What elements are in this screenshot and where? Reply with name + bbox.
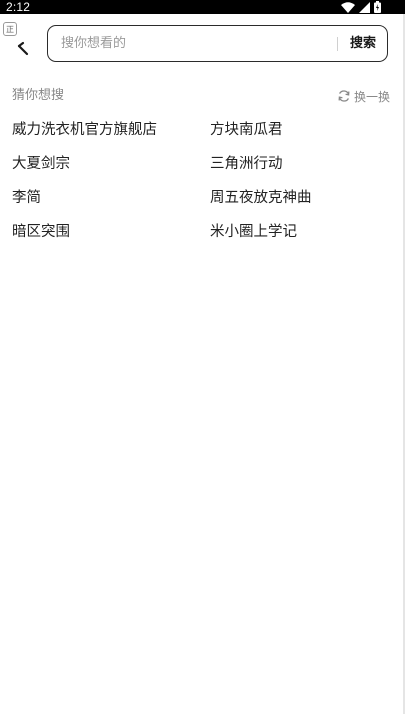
search-button[interactable]: 搜索: [340, 26, 386, 61]
suggestion-item[interactable]: 三角洲行动: [210, 149, 283, 179]
section-title: 猜你想搜: [12, 88, 65, 103]
search-box: 搜索: [47, 25, 388, 62]
floating-badge[interactable]: 正: [3, 22, 17, 36]
suggestion-item[interactable]: 米小圈上学记: [210, 217, 297, 247]
suggestion-row: 大夏剑宗 三角洲行动: [12, 149, 392, 183]
refresh-label: 换一换: [353, 89, 390, 104]
suggestion-item[interactable]: 方块南瓜君: [210, 115, 283, 145]
refresh-button[interactable]: 换一换: [337, 86, 390, 106]
suggestion-item[interactable]: 周五夜放克神曲: [210, 183, 312, 213]
suggestion-item[interactable]: 李简: [12, 183, 41, 213]
battery-icon: [374, 1, 381, 13]
signal-icon: [359, 1, 370, 13]
suggestion-grid: 威力洗衣机官方旗舰店 方块南瓜君 大夏剑宗 三角洲行动 李简 周五夜放克神曲 暗…: [12, 115, 392, 251]
status-time: 2:12: [6, 0, 31, 14]
status-bar: 2:12: [0, 0, 405, 14]
suggestion-row: 威力洗衣机官方旗舰店 方块南瓜君: [12, 115, 392, 149]
search-divider: [337, 37, 338, 51]
suggestion-row: 李简 周五夜放克神曲: [12, 183, 392, 217]
search-input[interactable]: [61, 26, 321, 61]
search-page: 2:12 搜你想看的 搜索 正 猜你想搜 换一换 威力洗衣机官方旗舰店 方块南瓜…: [0, 0, 405, 714]
refresh-icon: [337, 89, 351, 103]
suggestion-row: 暗区突围 米小圈上学记: [12, 217, 392, 251]
status-icons: [341, 1, 381, 13]
suggestion-item[interactable]: 威力洗衣机官方旗舰店: [12, 115, 157, 145]
search-header: 搜索: [0, 14, 405, 74]
suggestion-item[interactable]: 暗区突围: [12, 217, 70, 247]
suggestion-item[interactable]: 大夏剑宗: [12, 149, 70, 179]
wifi-icon: [341, 1, 355, 13]
guess-section-header: 猜你想搜 换一换: [12, 86, 390, 106]
